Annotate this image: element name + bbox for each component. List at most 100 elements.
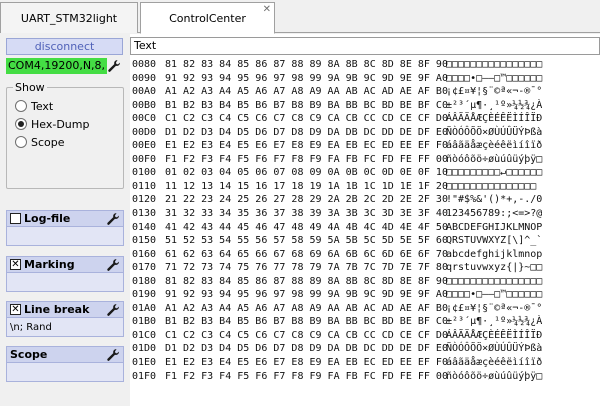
hex-ascii: □□□□□□□□□↵□□□□□□ bbox=[446, 167, 543, 179]
marking-checkbox[interactable]: ✕ bbox=[10, 259, 21, 270]
radio-circle[interactable] bbox=[15, 100, 27, 112]
hex-ascii: áâãäåæçèéêëìíîïð bbox=[446, 357, 543, 369]
wrench-icon[interactable] bbox=[106, 212, 120, 226]
hex-addr: 01E0 bbox=[132, 357, 157, 369]
hex-bytes: D1 D2 D3 D4 D5 D6 D7 D8 D9 DA DB DC DD D… bbox=[165, 126, 448, 138]
tab-bar: UART_STM32light ControlCenter ✕ bbox=[0, 0, 600, 34]
hex-ascii: □□□□•□–—□™□□□□□□ bbox=[446, 289, 543, 301]
hex-line: 00E0 E1 E2 E3 E4 E5 E6 E7 E8 E9 EA EB EC … bbox=[132, 139, 600, 153]
radio-scope[interactable]: Scope bbox=[15, 134, 65, 150]
hex-line: 0080 81 82 83 84 85 86 87 88 89 8A 8B 8C … bbox=[132, 58, 600, 72]
hex-ascii: □□□□□□□□□□□□□□□ bbox=[446, 180, 543, 192]
section-log-file: Log-file bbox=[6, 210, 124, 246]
wrench-icon[interactable] bbox=[106, 303, 120, 317]
wrench-icon[interactable] bbox=[107, 59, 121, 73]
hex-bytes: 51 52 53 54 55 56 57 58 59 5A 5B 5C 5D 5… bbox=[165, 235, 448, 247]
hex-line: 0090 91 92 93 94 95 96 97 98 99 9A 9B 9C … bbox=[132, 72, 600, 86]
hex-addr: 0180 bbox=[132, 275, 157, 287]
tab-label: ControlCenter bbox=[169, 11, 246, 25]
hex-line: 01E0 E1 E2 E3 E4 E5 E6 E7 E8 E9 EA EB EC … bbox=[132, 356, 600, 370]
section-body bbox=[6, 273, 124, 292]
radio-label: Text bbox=[31, 99, 54, 113]
hex-line: 0160 61 62 63 64 65 66 67 68 69 6A 6B 6C … bbox=[132, 248, 600, 262]
hex-ascii: ÁÂÃÄÅÆÇÈÉÊËÌÍÎÏÐ bbox=[446, 329, 543, 341]
wrench-icon[interactable] bbox=[106, 348, 120, 362]
hex-addr: 01D0 bbox=[132, 343, 157, 355]
section-body: \n; Rand bbox=[6, 318, 124, 337]
hex-ascii: abcdefghijklmnop bbox=[446, 248, 543, 260]
hex-line: 01B0 B1 B2 B3 B4 B5 B6 B7 B8 B9 BA BB BC … bbox=[132, 315, 600, 329]
hex-line: 0140 41 42 43 44 45 46 47 48 49 4A 4B 4C … bbox=[132, 221, 600, 235]
section-line-break: ✕ Line break \n; Rand bbox=[6, 301, 124, 337]
hex-addr: 01B0 bbox=[132, 316, 157, 328]
tab-label: UART_STM32light bbox=[20, 11, 118, 25]
section-marking: ✕ Marking bbox=[6, 256, 124, 292]
hex-ascii: ñòóôõö÷øùúûüýþÿ□ bbox=[446, 153, 543, 165]
hex-addr: 0140 bbox=[132, 221, 157, 233]
hex-bytes: D1 D2 D3 D4 D5 D6 D7 D8 D9 DA DB DC DD D… bbox=[165, 343, 448, 355]
hex-bytes: 41 42 43 44 45 46 47 48 49 4A 4B 4C 4D 4… bbox=[165, 221, 448, 233]
section-header: Log-file bbox=[6, 210, 124, 227]
hex-bytes: E1 E2 E3 E4 E5 E6 E7 E8 E9 EA EB EC ED E… bbox=[165, 357, 448, 369]
radio-circle[interactable] bbox=[15, 118, 27, 130]
hex-addr: 01A0 bbox=[132, 302, 157, 314]
hex-addr: 0150 bbox=[132, 235, 157, 247]
disconnect-button[interactable]: disconnect bbox=[6, 38, 123, 55]
radio-hex-dump[interactable]: Hex-Dump bbox=[15, 116, 89, 132]
hex-line: 01D0 D1 D2 D3 D4 D5 D6 D7 D8 D9 DA DB DC … bbox=[132, 342, 600, 356]
show-legend: Show bbox=[13, 81, 47, 94]
line-break-checkbox[interactable]: ✕ bbox=[10, 304, 21, 315]
hex-addr: 0080 bbox=[132, 59, 157, 70]
close-icon[interactable]: ✕ bbox=[263, 5, 271, 15]
section-header: ✕ Line break bbox=[6, 301, 124, 318]
hex-addr: 0160 bbox=[132, 248, 157, 260]
hex-line: 0170 71 72 73 74 75 76 77 78 79 7A 7B 7C … bbox=[132, 261, 600, 275]
connection-row: COM4,19200,N,8, bbox=[6, 58, 130, 74]
tab-uart-stm32light[interactable]: UART_STM32light bbox=[0, 2, 138, 33]
hex-bytes: A1 A2 A3 A4 A5 A6 A7 A8 A9 AA AB AC AD A… bbox=[165, 302, 448, 314]
wrench-icon[interactable] bbox=[106, 258, 120, 272]
hex-addr: 00A0 bbox=[132, 86, 157, 98]
radio-text[interactable]: Text bbox=[15, 98, 53, 114]
hex-ascii: qrstuvwxyz{|}~□□ bbox=[446, 262, 543, 274]
tab-controlcenter[interactable]: ControlCenter ✕ bbox=[140, 2, 275, 34]
section-body bbox=[6, 363, 124, 382]
hex-line: 00C0 C1 C2 C3 C4 C5 C6 C7 C8 C9 CA CB CC … bbox=[132, 112, 600, 126]
hex-ascii: □□□□•□–—□™□□□□□□ bbox=[446, 72, 543, 84]
hex-addr: 00D0 bbox=[132, 126, 157, 138]
section-scope: Scope bbox=[6, 346, 124, 382]
hex-bytes: E1 E2 E3 E4 E5 E6 E7 E8 E9 EA EB EC ED E… bbox=[165, 140, 448, 152]
text-field[interactable]: Text bbox=[130, 37, 600, 55]
hex-ascii: !"#$%&'()*+,-./0 bbox=[446, 194, 543, 206]
hex-bytes: 11 12 13 14 15 16 17 18 19 1A 1B 1C 1D 1… bbox=[165, 180, 448, 192]
hex-ascii: ABCDEFGHIJKLMNOP bbox=[446, 221, 543, 233]
hex-bytes: 01 02 03 04 05 06 07 08 09 0A 0B 0C 0D 0… bbox=[165, 167, 448, 179]
hex-addr: 0100 bbox=[132, 167, 157, 179]
hex-line: 0180 81 82 83 84 85 86 87 88 89 8A 8B 8C … bbox=[132, 275, 600, 289]
hex-ascii: □□□□□□□□□□□□□□□□ bbox=[446, 59, 543, 70]
hex-ascii: ¡¢£¤¥¦§¨©ª«¬-®¯° bbox=[446, 86, 543, 98]
section-title: Scope bbox=[10, 348, 48, 361]
hex-bytes: 61 62 63 64 65 66 67 68 69 6A 6B 6C 6D 6… bbox=[165, 248, 448, 260]
section-header: ✕ Marking bbox=[6, 256, 124, 273]
hex-bytes: 81 82 83 84 85 86 87 88 89 8A 8B 8C 8D 8… bbox=[165, 275, 448, 287]
hex-line: 00A0 A1 A2 A3 A4 A5 A6 A7 A8 A9 AA AB AC … bbox=[132, 85, 600, 99]
section-title: Line break bbox=[24, 303, 90, 316]
log-file-checkbox[interactable] bbox=[10, 213, 21, 224]
hex-bytes: 21 22 23 24 25 26 27 28 29 2A 2B 2C 2D 2… bbox=[165, 194, 448, 206]
hex-ascii: ÑÒÓÔÕÖ×ØÙÚÛÜÝÞßà bbox=[446, 126, 543, 138]
hex-ascii: ¡¢£¤¥¦§¨©ª«¬-®¯° bbox=[446, 302, 543, 314]
hex-ascii: áâãäåæçèéêëìíîïð bbox=[446, 140, 543, 152]
show-group: Show Text Hex-Dump Scope bbox=[6, 81, 124, 189]
hex-bytes: B1 B2 B3 B4 B5 B6 B7 B8 B9 BA BB BC BD B… bbox=[165, 99, 448, 111]
hex-bytes: 81 82 83 84 85 86 87 88 89 8A 8B 8C 8D 8… bbox=[165, 59, 448, 70]
hex-dump-view[interactable]: 0080 81 82 83 84 85 86 87 88 89 8A 8B 8C … bbox=[130, 58, 600, 406]
hex-ascii: ÁÂÃÄÅÆÇÈÉÊËÌÍÎÏÐ bbox=[446, 113, 543, 125]
hex-addr: 01C0 bbox=[132, 329, 157, 341]
radio-circle[interactable] bbox=[15, 136, 27, 148]
hex-addr: 00F0 bbox=[132, 153, 157, 165]
hex-bytes: C1 C2 C3 C4 C5 C6 C7 C8 C9 CA CB CC CD C… bbox=[165, 329, 448, 341]
right-panel: Text 0080 81 82 83 84 85 86 87 88 89 8A 8… bbox=[130, 34, 600, 406]
hex-bytes: C1 C2 C3 C4 C5 C6 C7 C8 C9 CA CB CC CD C… bbox=[165, 113, 448, 125]
hex-line: 0130 31 32 33 34 35 36 37 38 39 3A 3B 3C … bbox=[132, 207, 600, 221]
